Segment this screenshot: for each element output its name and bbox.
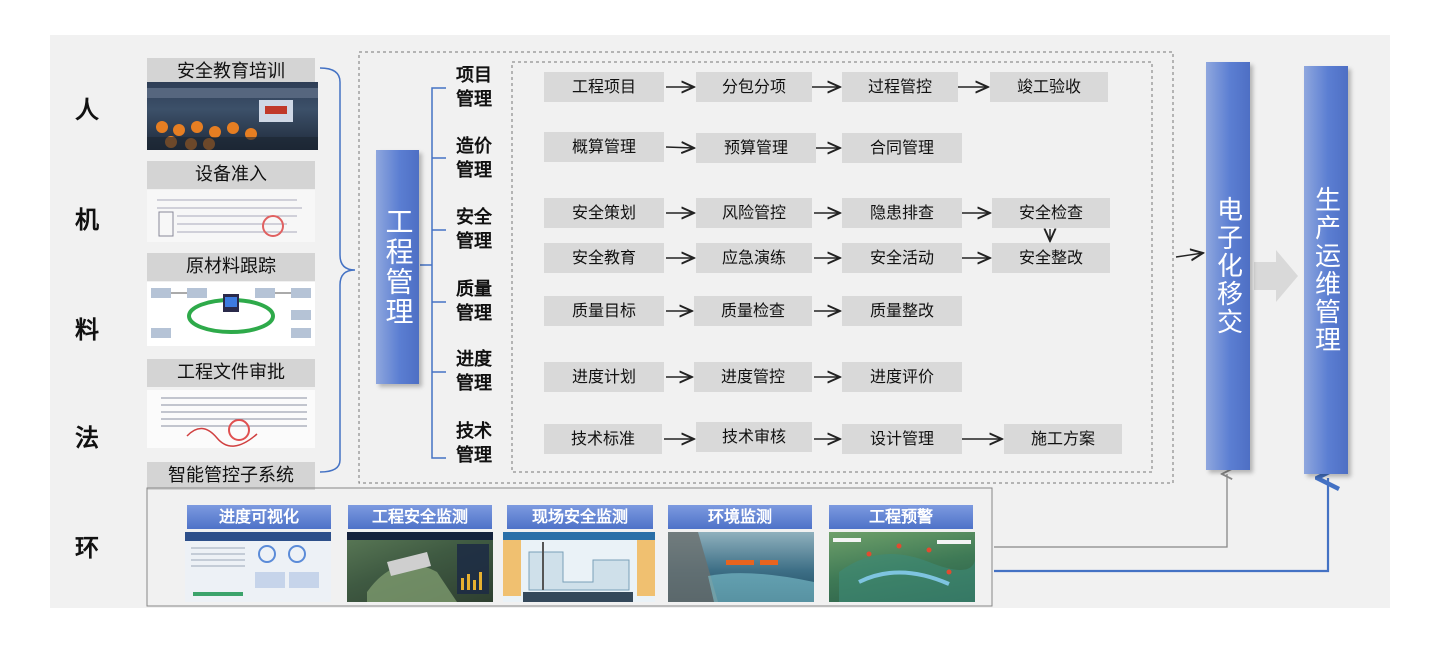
box-safety-education: 安全教育	[544, 243, 664, 273]
engineering-warning-image	[829, 532, 975, 602]
environment-monitoring-image	[668, 532, 814, 602]
box-progress-plan: 进度计划	[544, 362, 664, 392]
category-progress-management: 进度管理	[456, 349, 492, 394]
box-safety-planning: 安全策划	[544, 198, 664, 228]
progress-dashboard-graphic	[185, 532, 331, 596]
category-quality-management: 质量管理	[456, 279, 492, 324]
monitor-title-engineering-safety: 工程安全监测	[348, 505, 492, 529]
site-safety-image	[503, 532, 655, 602]
box-emergency-drill: 应急演练	[696, 243, 812, 273]
monitor-title-progress-visualization: 进度可视化	[187, 505, 331, 529]
box-construction-plan: 施工方案	[1004, 424, 1122, 454]
site-structure-graphic	[503, 532, 655, 602]
box-technical-standard: 技术标准	[544, 424, 662, 454]
box-progress-control: 进度管控	[694, 362, 812, 392]
box-safety-activity: 安全活动	[842, 243, 962, 273]
category-project-management: 项目管理	[456, 65, 492, 110]
box-quality-target: 质量目标	[544, 296, 664, 326]
box-quality-inspection: 质量检查	[694, 296, 812, 326]
box-quality-rectification: 质量整改	[842, 296, 962, 326]
box-completion-acceptance: 竣工验收	[990, 72, 1108, 102]
progress-visualization-image	[185, 532, 331, 602]
box-budget-estimate: 概算管理	[544, 132, 664, 162]
reservoir-graphic	[668, 532, 814, 602]
electronic-handover-bar: 电子化移交	[1206, 62, 1250, 470]
category-technical-management: 技术管理	[456, 421, 492, 466]
category-cost-management: 造价管理	[456, 136, 492, 181]
production-operation-bar: 生产运维管理	[1304, 66, 1348, 474]
dam-terrain-graphic	[347, 532, 493, 602]
engineering-safety-image	[347, 532, 493, 602]
box-design-management: 设计管理	[842, 424, 962, 454]
engineering-management-bar: 工程管理	[376, 150, 419, 384]
box-technical-review: 技术审核	[696, 422, 812, 452]
monitor-title-site-safety: 现场安全监测	[507, 505, 653, 529]
box-hazard-inspection: 隐患排查	[842, 198, 962, 228]
box-safety-check: 安全检查	[992, 198, 1110, 228]
box-budget-management: 预算管理	[696, 133, 816, 163]
category-safety-management: 安全管理	[456, 207, 492, 252]
monitor-title-engineering-warning: 工程预警	[829, 505, 973, 529]
box-project-item: 工程项目	[544, 72, 664, 102]
box-process-control: 过程管控	[842, 72, 958, 102]
box-contract-management: 合同管理	[842, 133, 962, 163]
box-subcontract: 分包分项	[696, 72, 812, 102]
box-safety-rectification: 安全整改	[992, 243, 1110, 273]
box-risk-control: 风险管控	[696, 198, 812, 228]
box-progress-evaluation: 进度评价	[842, 362, 962, 392]
warning-map-graphic	[833, 538, 975, 602]
monitor-title-environment: 环境监测	[668, 505, 812, 529]
